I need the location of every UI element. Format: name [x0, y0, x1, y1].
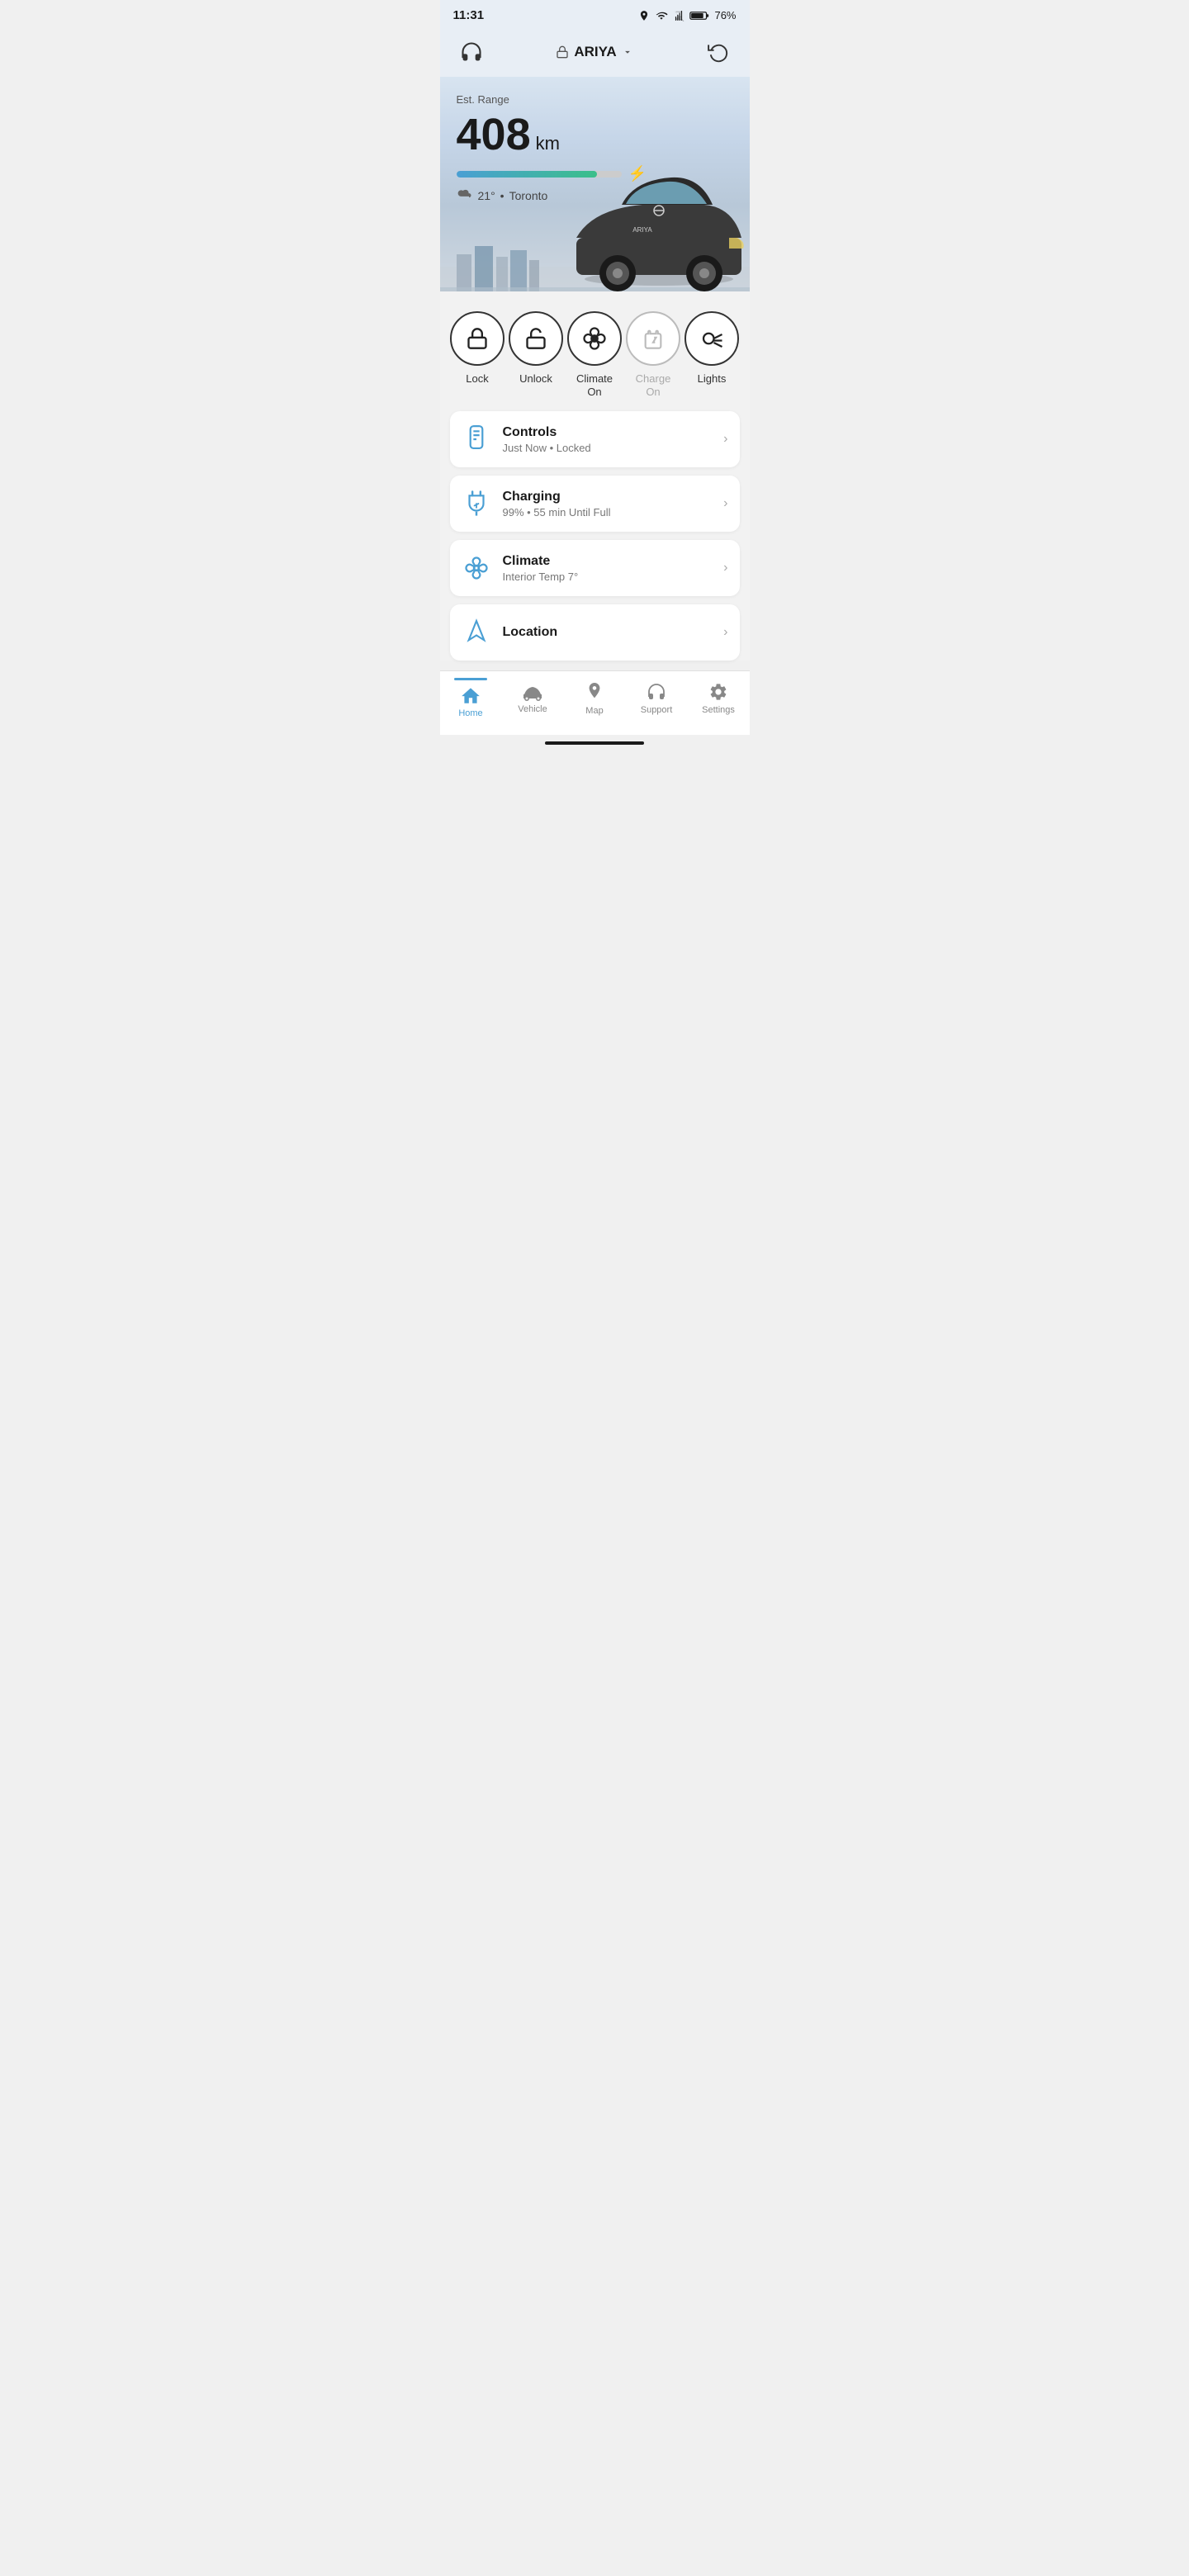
- charge-icon: [642, 326, 665, 351]
- app-header: ARIYA: [440, 27, 750, 77]
- vehicle-nav-icon: [520, 683, 545, 701]
- lights-label: Lights: [698, 372, 727, 386]
- charge-action[interactable]: ChargeOn: [626, 311, 680, 398]
- charge-label: ChargeOn: [636, 372, 671, 398]
- cards-section: Controls Just Now • Locked › Charging 99…: [440, 411, 750, 661]
- lights-circle[interactable]: [685, 311, 739, 366]
- home-nav-icon: [460, 685, 481, 705]
- vehicle-nav-label: Vehicle: [518, 704, 547, 714]
- remote-icon: [464, 425, 489, 453]
- climate-card-content: Climate Interior Temp 7°: [503, 554, 713, 583]
- charging-card-icon: [462, 489, 491, 519]
- climate-chevron-icon: ›: [723, 561, 727, 575]
- controls-card-title: Controls: [503, 425, 713, 440]
- lock-label: Lock: [466, 372, 488, 386]
- settings-nav-label: Settings: [702, 705, 735, 715]
- controls-chevron-icon: ›: [723, 432, 727, 447]
- location-card-icon: [462, 618, 491, 647]
- location-card-content: Location: [503, 625, 713, 640]
- climate-card-icon: [462, 553, 491, 583]
- unlock-label: Unlock: [519, 372, 552, 386]
- climate-action[interactable]: ClimateOn: [567, 311, 622, 398]
- charging-plug-icon: [464, 490, 489, 518]
- controls-card[interactable]: Controls Just Now • Locked ›: [450, 411, 740, 467]
- battery-percent: 76%: [714, 9, 736, 21]
- signal-icon: [673, 10, 685, 21]
- nav-settings[interactable]: Settings: [694, 682, 743, 715]
- climate-circle[interactable]: [567, 311, 622, 366]
- est-range-label: Est. Range: [457, 93, 733, 106]
- lock-header-icon: [556, 45, 569, 59]
- history-button[interactable]: [703, 37, 733, 67]
- chevron-down-icon: [622, 46, 633, 58]
- cloud-icon: [457, 189, 473, 202]
- location-nav-icon: [465, 618, 488, 646]
- climate-fan-icon: [464, 556, 489, 580]
- charging-card-title: Charging: [503, 490, 713, 504]
- wifi-icon: [655, 10, 668, 21]
- map-nav-label: Map: [585, 706, 603, 716]
- range-value: 408: [457, 112, 531, 157]
- fan-icon: [582, 326, 607, 351]
- vehicle-name: ARIYA: [574, 44, 616, 60]
- location-chevron-icon: ›: [723, 625, 727, 640]
- unlock-circle[interactable]: [509, 311, 563, 366]
- lock-action-icon: [466, 326, 489, 351]
- weather-city: Toronto: [509, 189, 548, 202]
- nav-support[interactable]: Support: [632, 682, 681, 715]
- map-nav-icon: [585, 681, 604, 703]
- home-indicator-bar: [545, 741, 644, 745]
- hero-section: Est. Range 408 km ⚡ 21° • Toronto: [440, 77, 750, 291]
- battery-icon: [689, 10, 709, 21]
- support-nav-label: Support: [641, 705, 673, 715]
- support-button[interactable]: [457, 37, 486, 67]
- controls-card-content: Controls Just Now • Locked: [503, 425, 713, 454]
- lock-action[interactable]: Lock: [450, 311, 504, 386]
- lights-action[interactable]: Lights: [685, 311, 739, 386]
- climate-card-subtitle: Interior Temp 7°: [503, 571, 713, 583]
- range-unit: km: [536, 133, 560, 154]
- charge-circle[interactable]: [626, 311, 680, 366]
- location-card[interactable]: Location ›: [450, 604, 740, 661]
- charging-card-content: Charging 99% • 55 min Until Full: [503, 490, 713, 519]
- controls-card-subtitle: Just Now • Locked: [503, 442, 713, 454]
- home-active-indicator: [454, 678, 487, 680]
- charging-chevron-icon: ›: [723, 496, 727, 511]
- car-image: ARIYA: [560, 159, 750, 291]
- nav-map[interactable]: Map: [570, 681, 619, 716]
- quick-actions-section: Lock Unlock ClimateOn: [440, 291, 750, 411]
- weather-temp: 21°: [478, 189, 495, 202]
- status-bar: 11:31 76%: [440, 0, 750, 27]
- settings-nav-icon: [708, 682, 728, 702]
- headphones-icon: [460, 40, 483, 64]
- climate-card-title: Climate: [503, 554, 713, 569]
- unlock-action-icon: [524, 326, 547, 351]
- nav-home[interactable]: Home: [446, 678, 495, 718]
- location-card-title: Location: [503, 625, 713, 640]
- weather-separator: •: [500, 189, 504, 202]
- climate-label: ClimateOn: [576, 372, 613, 398]
- home-nav-label: Home: [458, 708, 482, 718]
- status-time: 11:31: [453, 8, 485, 22]
- bottom-nav: Home Vehicle Map Support Se: [440, 670, 750, 735]
- charging-card-subtitle: 99% • 55 min Until Full: [503, 506, 713, 519]
- charging-card[interactable]: Charging 99% • 55 min Until Full ›: [450, 476, 740, 532]
- history-icon: [708, 41, 729, 63]
- climate-card[interactable]: Climate Interior Temp 7° ›: [450, 540, 740, 596]
- lock-circle[interactable]: [450, 311, 504, 366]
- location-status-icon: [638, 10, 650, 21]
- lights-icon: [699, 326, 724, 351]
- svg-text:ARIYA: ARIYA: [632, 226, 652, 234]
- vehicle-selector[interactable]: ARIYA: [556, 44, 632, 60]
- support-nav-icon: [646, 682, 667, 702]
- unlock-action[interactable]: Unlock: [509, 311, 563, 386]
- nav-vehicle[interactable]: Vehicle: [508, 683, 557, 714]
- controls-card-icon: [462, 424, 491, 454]
- status-icons: 76%: [638, 9, 736, 21]
